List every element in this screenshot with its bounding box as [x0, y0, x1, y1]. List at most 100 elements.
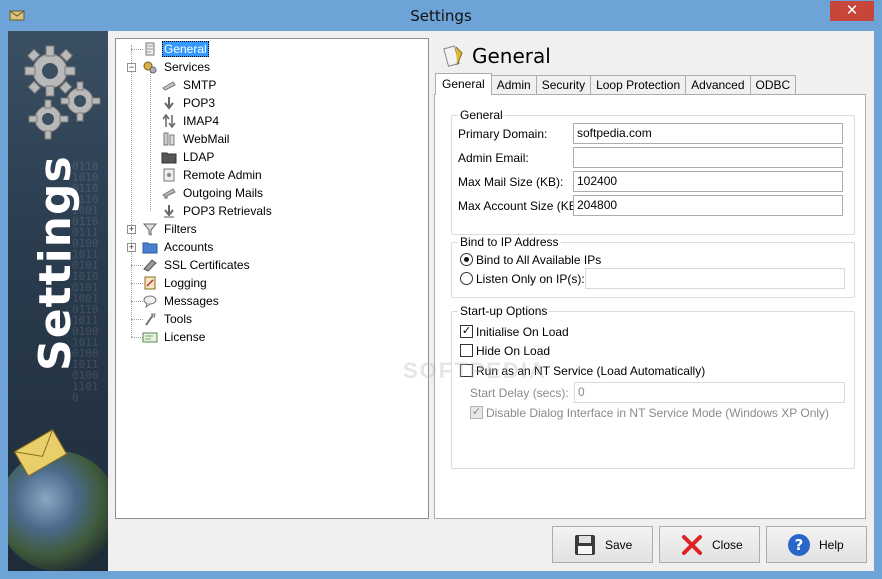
tree-item-label: Filters — [164, 222, 197, 236]
close-window-button[interactable]: ✕ — [830, 1, 874, 21]
max-account-size-label: Max Account Size (KB): — [458, 199, 585, 213]
tree-item-label: Logging — [164, 276, 207, 290]
outgoing-mails-icon — [162, 188, 176, 199]
tree-item-imap4[interactable]: IMAP4 — [161, 112, 221, 130]
startup-options-group: Start-up Options ✓ Initialise On Load Hi… — [451, 304, 855, 469]
ssl-certificate-icon — [143, 259, 157, 272]
tree-item-outgoing-mails[interactable]: Outgoing Mails — [161, 184, 265, 202]
start-delay-label: Start Delay (secs): — [470, 386, 569, 400]
tree-item-services[interactable]: Services — [142, 58, 212, 76]
tree-item-label: Tools — [164, 312, 193, 326]
listen-only-ip-radio[interactable] — [460, 272, 473, 285]
tab-general[interactable]: General — [435, 73, 492, 95]
pop3-retrievals-icon — [164, 205, 174, 218]
tree-item-messages[interactable]: Messages — [142, 292, 221, 310]
tree-item-smtp[interactable]: SMTP — [161, 76, 218, 94]
help-icon: ? — [788, 533, 810, 556]
general-icon — [443, 45, 463, 67]
messages-icon — [143, 295, 157, 309]
tree-item-label: License — [164, 330, 206, 344]
admin-email-label: Admin Email: — [458, 151, 529, 165]
tree-item-label: Remote Admin — [183, 168, 262, 182]
settings-tree[interactable]: − + + General Services SMTP POP3 IMAP4 W… — [115, 38, 429, 519]
tree-item-logging[interactable]: Logging — [142, 274, 209, 292]
window-title: Settings — [410, 7, 472, 25]
title-bar[interactable]: Settings ✕ — [0, 0, 882, 31]
tools-icon — [145, 313, 156, 326]
close-button[interactable]: Close — [659, 526, 760, 563]
tab-strip: General Admin Security Loop Protection A… — [435, 73, 797, 95]
tree-item-label: Messages — [164, 294, 219, 308]
primary-domain-field[interactable]: softpedia.com — [573, 123, 843, 144]
max-mail-size-field[interactable]: 102400 — [573, 171, 843, 192]
tree-item-label: POP3 — [183, 96, 216, 110]
hide-on-load-label: Hide On Load — [476, 344, 551, 358]
tree-item-label: LDAP — [183, 150, 215, 164]
tab-loop-protection[interactable]: Loop Protection — [590, 75, 687, 95]
help-label: Help — [819, 537, 844, 552]
tree-item-label: Services — [164, 60, 211, 74]
filters-icon — [142, 223, 158, 236]
general-icon — [145, 42, 155, 56]
hide-on-load-checkbox[interactable] — [460, 344, 473, 357]
accounts-expand-toggle[interactable]: + — [127, 243, 136, 252]
gears-icon — [24, 45, 101, 140]
tree-item-license[interactable]: License — [142, 328, 207, 346]
group-title: Bind to IP Address — [458, 235, 561, 249]
initialise-on-load-checkbox[interactable]: ✓ — [460, 325, 473, 338]
tree-item-ldap[interactable]: LDAP — [161, 148, 216, 166]
tree-item-label: Accounts — [164, 240, 214, 254]
max-mail-size-label: Max Mail Size (KB): — [458, 175, 564, 189]
tree-item-tools[interactable]: Tools — [142, 310, 194, 328]
services-icon — [143, 61, 157, 74]
help-button[interactable]: ? Help — [766, 526, 867, 563]
webmail-icon — [163, 132, 175, 146]
max-account-size-field[interactable]: 204800 — [573, 195, 843, 216]
listen-only-ip-label: Listen Only on IP(s): — [476, 272, 585, 286]
envelope-icon — [13, 429, 68, 477]
tab-admin[interactable]: Admin — [490, 75, 537, 95]
save-icon — [575, 534, 595, 555]
primary-domain-label: Primary Domain: — [458, 127, 548, 141]
disable-dialog-checkbox[interactable]: ✓ — [470, 406, 483, 419]
smtp-icon — [162, 81, 176, 91]
start-delay-field[interactable]: 0 — [574, 382, 845, 403]
tree-item-ssl-certificates[interactable]: SSL Certificates — [142, 256, 252, 274]
settings-banner: 0110101001101110100101100111010010110101… — [8, 31, 108, 571]
tab-security[interactable]: Security — [535, 75, 592, 95]
remote-admin-icon — [163, 168, 175, 182]
tree-item-pop3[interactable]: POP3 — [161, 94, 217, 112]
settings-window: Settings ✕ 01101010011011101001011001110… — [0, 0, 882, 579]
tree-item-general[interactable]: General — [142, 40, 209, 58]
general-group: General Primary Domain: softpedia.com Ad… — [451, 108, 855, 235]
tree-item-label: General — [162, 41, 209, 57]
listen-ip-field[interactable] — [585, 268, 845, 289]
tree-item-webmail[interactable]: WebMail — [161, 130, 231, 148]
services-collapse-toggle[interactable]: − — [127, 63, 136, 72]
group-title: Start-up Options — [458, 304, 550, 318]
panel-header: General — [440, 40, 551, 72]
tree-item-label: POP3 Retrievals — [183, 204, 272, 218]
folder-icon — [142, 242, 158, 254]
tab-page-general: General Primary Domain: softpedia.com Ad… — [434, 94, 866, 519]
bind-all-ips-radio[interactable] — [460, 253, 473, 266]
bind-ip-group: Bind to IP Address Bind to All Available… — [451, 235, 855, 298]
svg-text:?: ? — [795, 536, 804, 554]
tab-odbc[interactable]: ODBC — [749, 75, 797, 95]
bind-all-ips-label: Bind to All Available IPs — [476, 253, 602, 267]
tree-item-filters[interactable]: Filters — [142, 220, 199, 238]
filters-expand-toggle[interactable]: + — [127, 225, 136, 234]
tab-advanced[interactable]: Advanced — [685, 75, 751, 95]
save-button[interactable]: Save — [552, 526, 653, 563]
disable-dialog-label: Disable Dialog Interface in NT Service M… — [486, 406, 830, 420]
client-area: 0110101001101110100101100111010010110101… — [8, 31, 874, 571]
save-label: Save — [605, 537, 633, 552]
admin-email-field[interactable] — [573, 147, 843, 168]
group-title: General — [458, 108, 505, 122]
settings-panel: General General Admin Security Loop Prot… — [434, 38, 866, 519]
tree-item-pop3-retrievals[interactable]: POP3 Retrievals — [161, 202, 274, 220]
tree-item-remote-admin[interactable]: Remote Admin — [161, 166, 264, 184]
tree-item-accounts[interactable]: Accounts — [142, 238, 215, 256]
panel-title: General — [472, 44, 551, 68]
tree-line — [131, 45, 132, 337]
